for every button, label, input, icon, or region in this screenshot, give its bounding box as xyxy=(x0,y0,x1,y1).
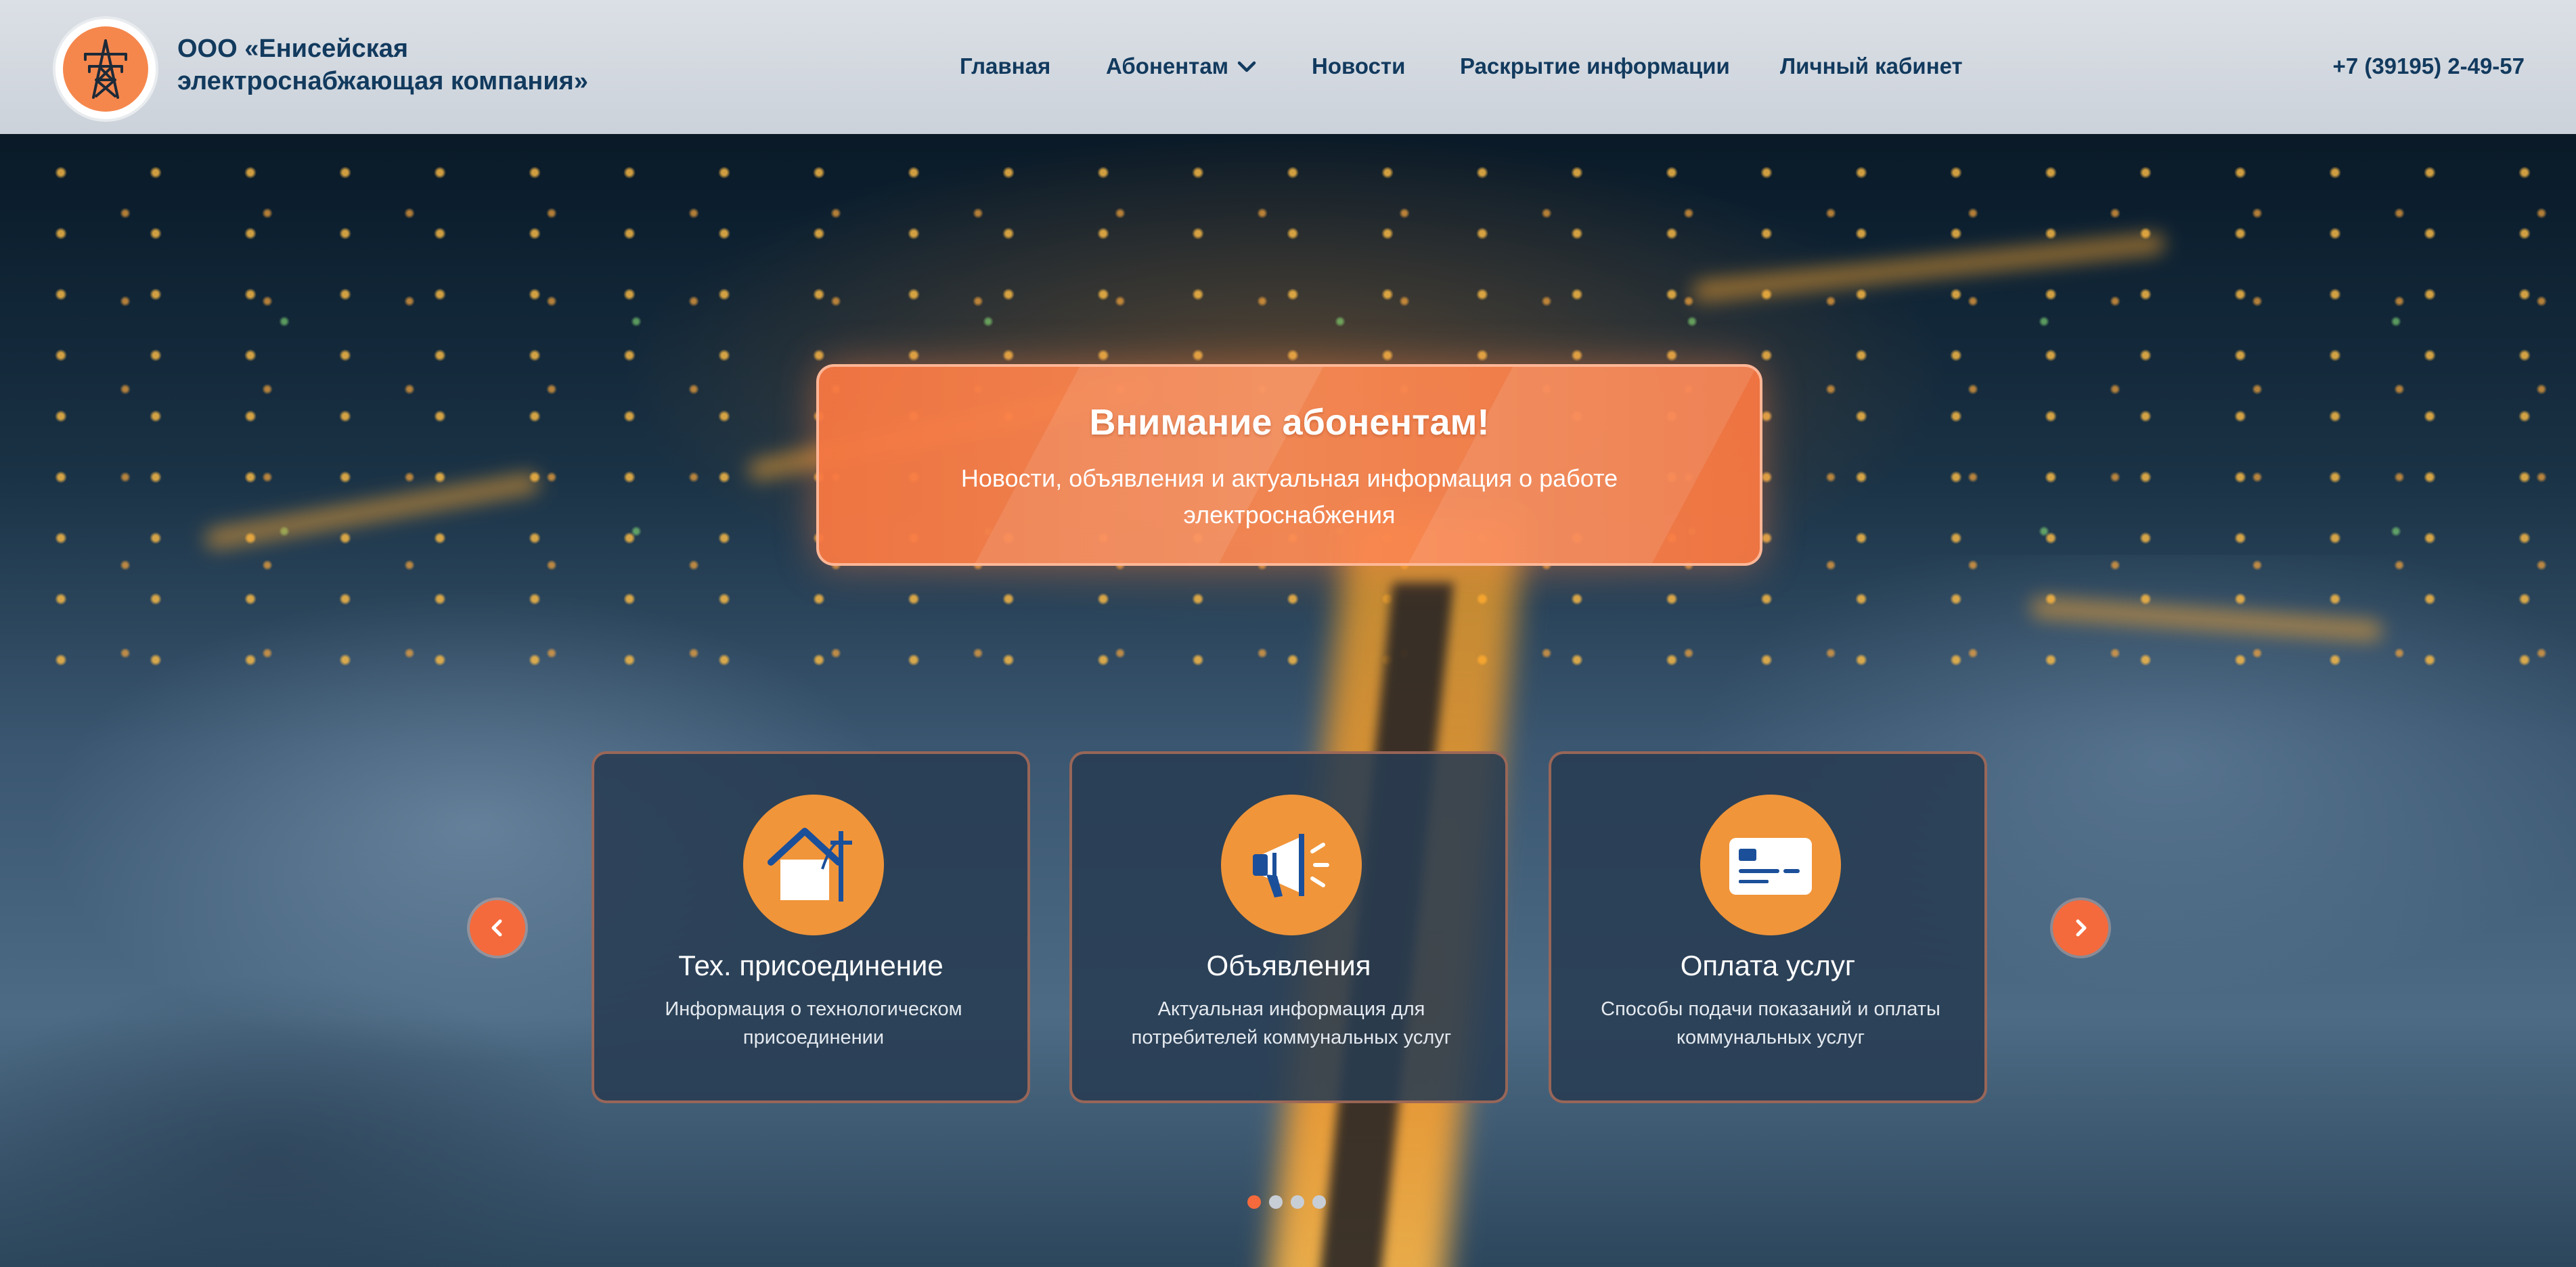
nav-item-home[interactable]: Главная xyxy=(960,51,1050,81)
card-text: Актуальная информация для потребителей к… xyxy=(1131,998,1452,1048)
company-name[interactable]: ООО «Енисейская электроснабжающая компан… xyxy=(177,32,651,97)
house-power-icon xyxy=(743,795,884,935)
nav-item-account[interactable]: Личный кабинет xyxy=(1780,51,1963,81)
nav-item-label: Новости xyxy=(1312,53,1406,79)
chevron-down-icon xyxy=(1237,51,1257,81)
nav-item-disclosure[interactable]: Раскрытие информации xyxy=(1460,51,1730,81)
card-title: Объявления xyxy=(1206,950,1371,981)
nav-item-label: Личный кабинет xyxy=(1780,53,1963,79)
payment-card-icon xyxy=(1700,795,1841,935)
card-announcements[interactable]: Объявления Актуальная информация для пот… xyxy=(1069,751,1508,1103)
power-tower-icon xyxy=(63,26,148,112)
nav-item-label: Абонентам xyxy=(1106,53,1229,79)
alert-title: Внимание абонентам! xyxy=(1089,402,1490,443)
nav-item-label: Раскрытие информации xyxy=(1460,53,1730,79)
carousel-dot[interactable] xyxy=(1269,1195,1283,1209)
alert-text: Новости, объявления и актуальная информа… xyxy=(960,464,1618,529)
chevron-left-icon xyxy=(491,919,502,937)
carousel-dot[interactable] xyxy=(1247,1195,1261,1209)
company-name-line1: ООО «Енисейская xyxy=(177,35,409,63)
carousel-dots xyxy=(1247,1195,1326,1209)
card-tech-connection[interactable]: Тех. присоединение Информация о технолог… xyxy=(592,751,1030,1103)
alert-banner: Внимание абонентам! Новости, объявления … xyxy=(816,364,1762,566)
nav-item-label: Главная xyxy=(960,53,1051,79)
card-title: Тех. присоединение xyxy=(678,950,943,981)
carousel-next-button[interactable] xyxy=(2053,900,2108,956)
carousel-prev-button[interactable] xyxy=(470,900,525,956)
carousel-dot[interactable] xyxy=(1312,1195,1326,1209)
chevron-right-icon xyxy=(2076,919,2087,937)
carousel-dot[interactable] xyxy=(1291,1195,1304,1209)
card-title: Оплата услуг xyxy=(1680,950,1856,981)
nav-item-news[interactable]: Новости xyxy=(1312,51,1405,81)
phone-link[interactable]: +7 (39195) 2-49-57 xyxy=(2333,51,2525,81)
site-header: ООО «Енисейская электроснабжающая компан… xyxy=(0,0,2576,134)
card-text: Способы подачи показаний и оплаты коммун… xyxy=(1601,998,1940,1048)
megaphone-icon xyxy=(1221,795,1362,935)
card-payment[interactable]: Оплата услуг Способы подачи показаний и … xyxy=(1549,751,1987,1103)
company-name-line2: электроснабжающая компания» xyxy=(177,67,588,95)
company-logo[interactable] xyxy=(53,16,158,122)
nav-item-subscribers[interactable]: Абонентам xyxy=(1106,51,1257,81)
card-text: Информация о технологическом присоединен… xyxy=(665,998,962,1048)
